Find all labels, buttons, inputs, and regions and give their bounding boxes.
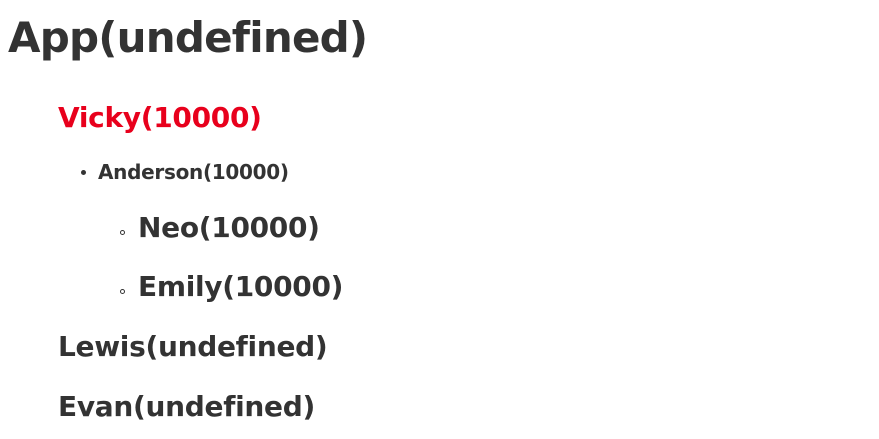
tree-item-neo: Neo(10000) xyxy=(138,211,320,244)
tree-item-lewis: Lewis(undefined) xyxy=(58,330,328,363)
app-title: App(undefined) xyxy=(8,13,368,62)
circle-bullet-icon xyxy=(120,230,125,235)
tree-item-vicky: Vicky(10000) xyxy=(58,101,262,134)
circle-bullet-icon xyxy=(120,289,125,294)
tree-item-evan: Evan(undefined) xyxy=(58,390,315,423)
tree-item-emily: Emily(10000) xyxy=(138,270,344,303)
tree-item-anderson: Anderson(10000) xyxy=(98,160,289,184)
disc-bullet-icon xyxy=(81,170,86,175)
